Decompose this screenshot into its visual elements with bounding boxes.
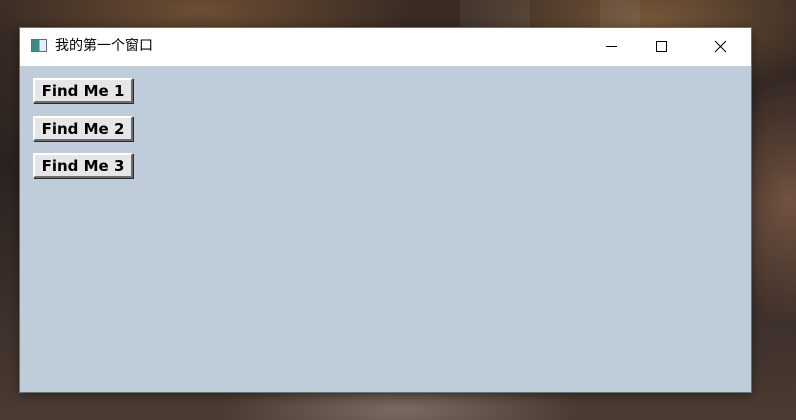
window-title: 我的第一个窗口 bbox=[55, 38, 153, 54]
wallpaper-building bbox=[460, 0, 530, 28]
minimize-button[interactable] bbox=[588, 28, 634, 66]
app-window: 我的第一个窗口 Find Me 1 Find Me 2 Find Me 3 bbox=[20, 28, 751, 392]
find-me-1-button[interactable]: Find Me 1 bbox=[33, 78, 133, 103]
app-window-icon[interactable] bbox=[31, 39, 47, 52]
maximize-button[interactable] bbox=[640, 28, 686, 66]
find-me-2-button[interactable]: Find Me 2 bbox=[33, 116, 133, 141]
find-me-3-button[interactable]: Find Me 3 bbox=[33, 153, 133, 178]
wallpaper-building bbox=[600, 0, 640, 28]
close-icon bbox=[714, 40, 727, 53]
maximize-icon bbox=[656, 41, 667, 52]
title-bar[interactable]: 我的第一个窗口 bbox=[20, 28, 751, 66]
minimize-icon bbox=[606, 46, 617, 47]
close-button[interactable] bbox=[698, 28, 744, 66]
client-area: Find Me 1 Find Me 2 Find Me 3 bbox=[20, 66, 751, 392]
